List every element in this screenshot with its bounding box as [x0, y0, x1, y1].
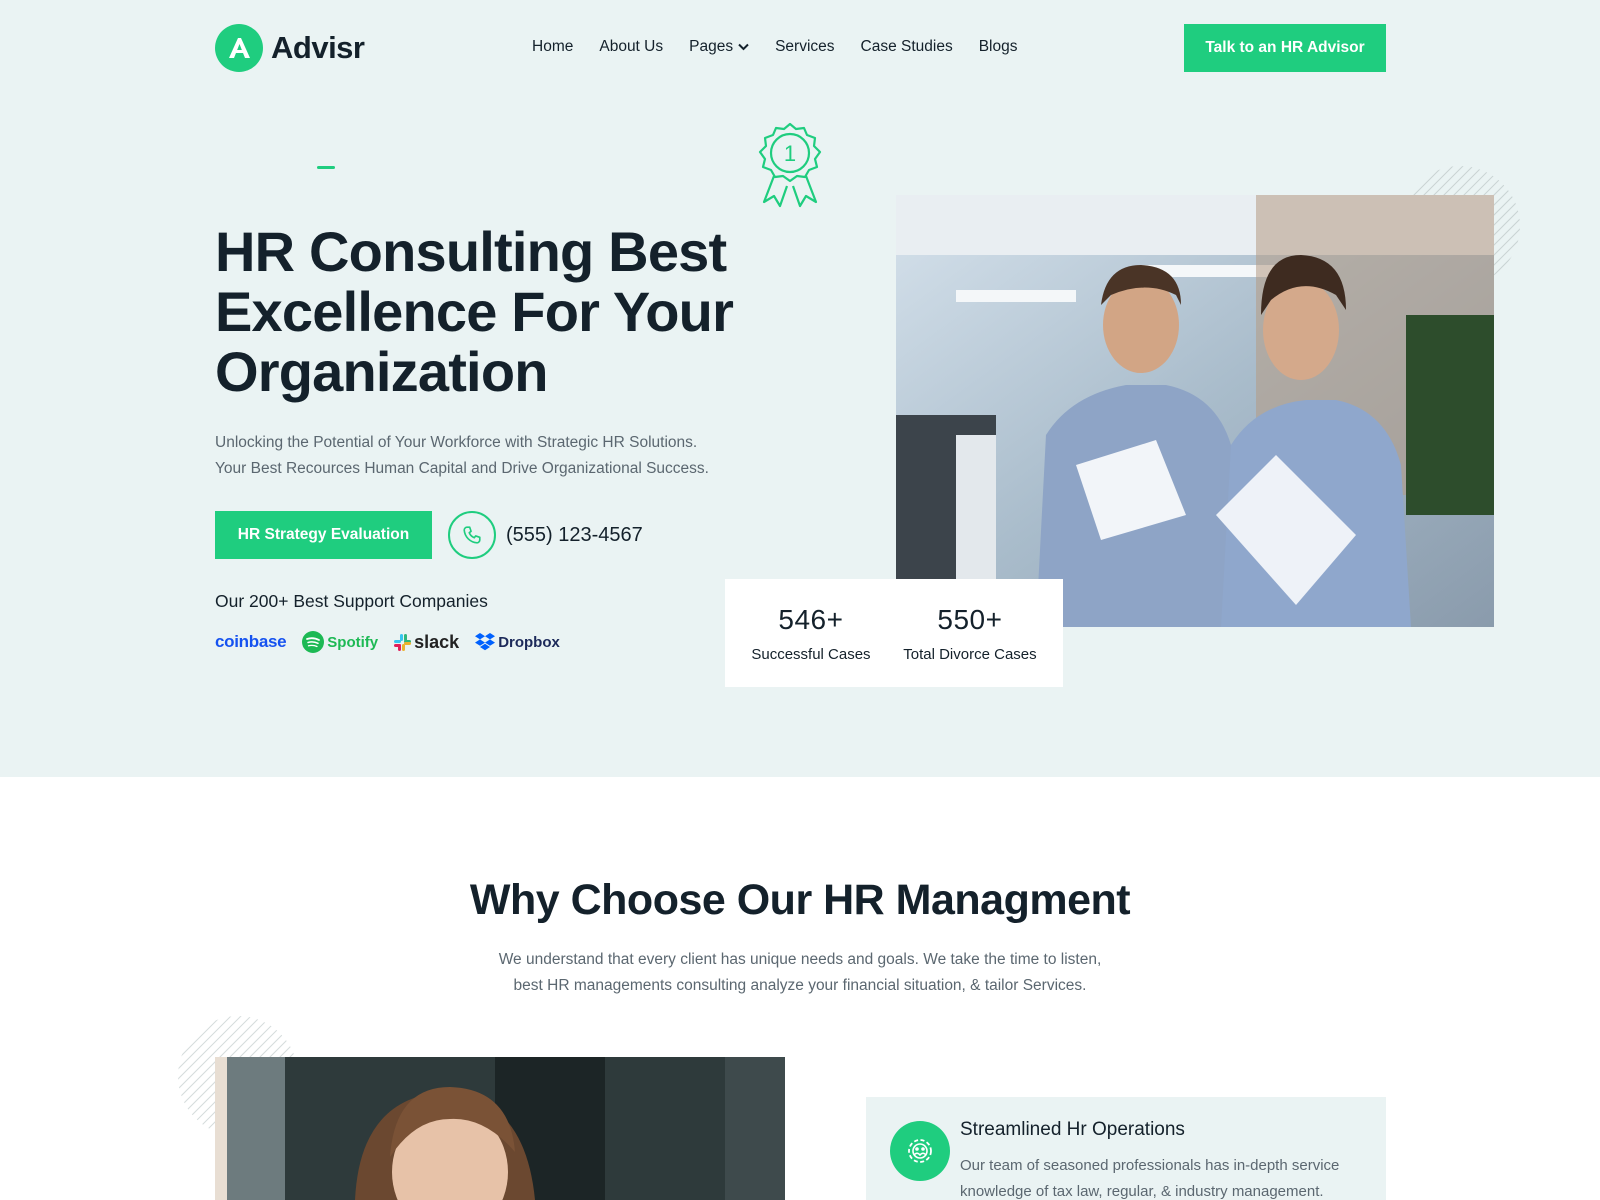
slack-logo: slack — [394, 632, 459, 653]
nav-services[interactable]: Services — [775, 38, 834, 56]
nav-pages[interactable]: Pages — [689, 38, 749, 56]
hero-description-line: Your Best Recources Human Capital and Dr… — [215, 460, 709, 477]
slack-icon — [394, 633, 412, 651]
phone-link[interactable]: (555) 123-4567 — [448, 511, 643, 559]
spotify-logo: Spotify — [302, 631, 378, 653]
stats-card: 546+ Successful Cases 550+ Total Divorce… — [725, 579, 1063, 687]
feature-card: Streamlined Hr Operations Our team of se… — [866, 1097, 1386, 1200]
dropbox-logo: Dropbox — [475, 633, 560, 651]
main-nav: Home About Us Pages Services Case Studie… — [532, 38, 1018, 56]
nav-home[interactable]: Home — [532, 38, 573, 56]
nav-pages-label: Pages — [689, 38, 734, 55]
partner-logos: coinbase Spotify slack Dropbox — [215, 631, 560, 653]
slack-wordmark: slack — [414, 631, 460, 652]
dropbox-wordmark: Dropbox — [498, 633, 560, 651]
why-section-description: We understand that every client has uniq… — [0, 947, 1600, 999]
stat-item: 550+ Total Divorce Cases — [903, 604, 1036, 663]
gear-users-icon — [890, 1121, 950, 1181]
feature-title: Streamlined Hr Operations — [960, 1119, 1185, 1140]
phone-icon — [448, 511, 496, 559]
why-description-line: best HR managements consulting analyze y… — [513, 977, 1087, 994]
nav-blogs[interactable]: Blogs — [979, 38, 1018, 56]
stat-label: Total Divorce Cases — [903, 645, 1037, 663]
accent-dash — [317, 166, 335, 169]
why-description-line: We understand that every client has uniq… — [498, 951, 1102, 968]
support-companies-title: Our 200+ Best Support Companies — [215, 591, 488, 611]
hero-description: Unlocking the Potential of Your Workforc… — [215, 430, 735, 482]
hero-title: HR Consulting Best Excellence For Your O… — [215, 220, 734, 403]
stat-value: 546+ — [778, 603, 844, 635]
stat-label: Successful Cases — [751, 645, 871, 663]
logo-icon — [215, 24, 263, 72]
spotify-icon — [302, 631, 325, 653]
nav-case-studies[interactable]: Case Studies — [861, 38, 953, 56]
nav-about-us[interactable]: About Us — [599, 38, 663, 56]
why-section-title: Why Choose Our HR Managment — [469, 876, 1131, 924]
chevron-down-icon — [738, 43, 749, 51]
coinbase-logo: coinbase — [215, 632, 287, 651]
hero-section: Advisr Home About Us Pages Services Case… — [0, 0, 1600, 777]
logo-text: Advisr — [271, 30, 365, 65]
why-section-image — [215, 1057, 785, 1200]
phone-number: (555) 123-4567 — [506, 523, 643, 546]
dropbox-icon — [475, 633, 496, 651]
hero-description-line: Unlocking the Potential of Your Workforc… — [215, 434, 698, 451]
site-logo[interactable]: Advisr — [215, 24, 365, 72]
spotify-wordmark: Spotify — [327, 633, 379, 651]
stat-item: 546+ Successful Cases — [751, 604, 870, 663]
svg-text:1: 1 — [784, 141, 796, 166]
hero-image — [896, 195, 1494, 627]
stat-value: 550+ — [937, 603, 1003, 635]
award-ribbon-icon: 1 — [758, 122, 822, 208]
hr-strategy-evaluation-button[interactable]: HR Strategy Evaluation — [215, 511, 432, 559]
feature-description: Our team of seasoned professionals has i… — [960, 1157, 1340, 1200]
talk-to-advisor-button[interactable]: Talk to an HR Advisor — [1184, 24, 1386, 72]
